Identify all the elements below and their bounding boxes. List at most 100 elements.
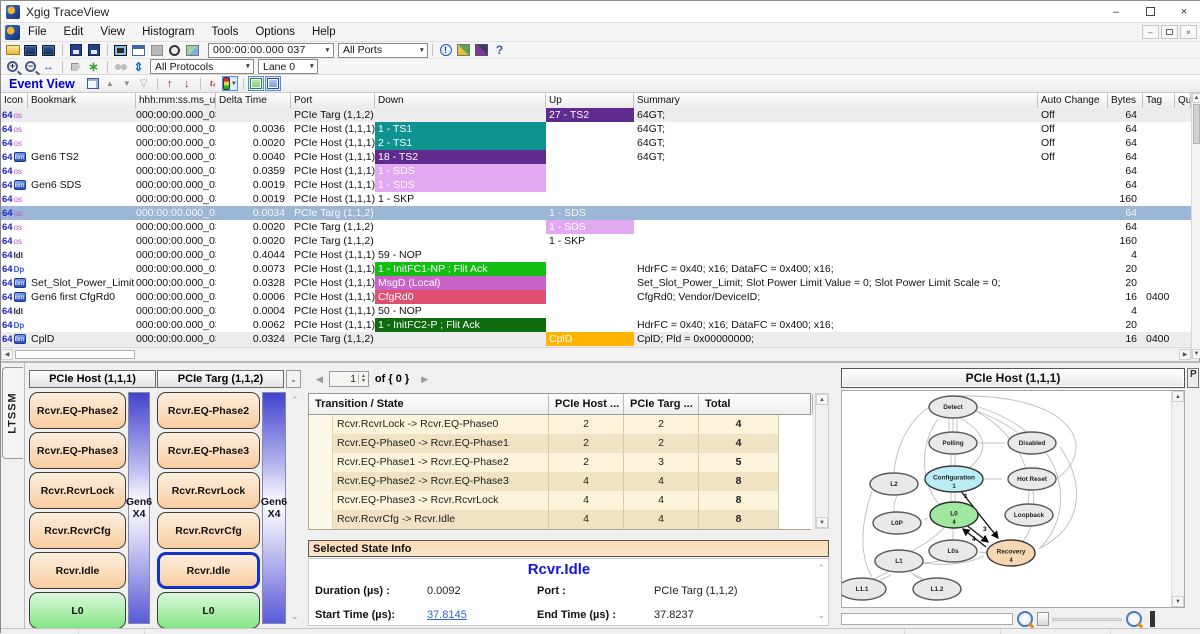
transitions-scrollbar[interactable]: ▲ ▼ [815,393,829,529]
event-table-row[interactable]: 64os000:00:00.000_0370.0359PCIe Host (1,… [1,164,1191,178]
open-trace-button[interactable] [4,43,21,58]
close-button[interactable]: × [1167,1,1200,23]
jump-up-button[interactable]: ↑ [162,76,178,91]
event-table-row[interactable]: 64BmCplD000:00:00.000_0380.0324PCIe Targ… [1,332,1191,346]
event-table-row[interactable]: 64os000:00:00.000_037PCIe Targ (1,1,2)27… [1,108,1191,122]
transition-row[interactable]: Rcvr.EQ-Phase2 -> Rcvr.EQ-Phase3448 [309,472,810,491]
ltssm-tab[interactable]: LTSSM [2,367,23,459]
help-button[interactable]: ? [491,43,508,58]
search-button[interactable] [112,59,129,74]
time-delta-button[interactable]: t₀ [205,76,221,91]
event-table-row[interactable]: 64Idl000:00:00.000_0380.0004PCIe Host (1… [1,304,1191,318]
state-node-detect[interactable]: Detect [929,396,977,418]
diagram-vertical-scrollbar[interactable]: ▲ ▼ [1171,391,1184,607]
ltssm-state-rcvr-rcvrcfg[interactable]: Rcvr.RcvrCfg [157,512,260,549]
start-time-link[interactable]: 37.8145 [427,609,467,621]
ltssm-targ-header-button[interactable]: PCIe Targ (1,1,2) [157,370,284,388]
grid-view-button[interactable] [130,43,147,58]
event-table-row[interactable]: 64BmGen6 TS2000:00:00.000_0370.0040PCIe … [1,150,1191,164]
column-header-hhh-mm-ss-ms-us[interactable]: hhh:mm:ss.ms_us [136,93,216,108]
filter-button[interactable]: ▽ [136,76,152,91]
state-node-l2[interactable]: L2 [870,473,918,495]
jump-down-button[interactable]: ↓ [179,76,195,91]
menu-tools[interactable]: Tools [211,26,238,38]
zoom-out-button[interactable]: − [22,59,39,74]
state-diagram-next-tab[interactable]: P [1187,368,1199,388]
display-scheme-button[interactable] [473,43,490,58]
lane-select[interactable]: Lane 0 ▼ [258,59,318,74]
ltssm-state-rcvr-rcvrcfg[interactable]: Rcvr.RcvrCfg [29,512,126,549]
ltssm-state-l0[interactable]: L0 [29,592,126,629]
highlight-toggle-button[interactable]: ▼ [222,76,238,91]
marker-button[interactable]: ∗ [85,59,102,74]
menu-histogram[interactable]: Histogram [142,26,194,38]
scroll-up-icon[interactable]: ⌃ [817,563,825,574]
column-header-down[interactable]: Down [375,93,546,108]
ltssm-state-rcvr-rcvrlock[interactable]: Rcvr.RcvrLock [157,472,260,509]
ltssm-state-l0[interactable]: L0 [157,592,260,629]
pager-previous-icon[interactable]: ◀ [316,374,323,385]
timing-view-button[interactable] [166,43,183,58]
event-table-row[interactable]: 64os000:00:00.000_0370.0020PCIe Host (1,… [1,136,1191,150]
spinner-arrows-icon[interactable]: ▲▼ [358,374,368,384]
info-button[interactable]: ! [437,43,454,58]
previous-event-button[interactable]: ▲ [102,76,118,91]
column-header-tag[interactable]: Tag [1143,93,1175,108]
capture-view-button[interactable] [112,43,129,58]
diagram-zoom-slider-track[interactable] [1052,618,1122,621]
transition-row[interactable]: Rcvr.RcvrLock -> Rcvr.EQ-Phase0224 [309,415,810,434]
state-node-l0s[interactable]: L0s [929,540,977,562]
scroll-down-icon[interactable]: ⌄ [817,610,825,621]
filter-scheme-button[interactable] [455,43,472,58]
event-table-row[interactable]: 64Dp000:00:00.000_0380.0073PCIe Host (1,… [1,262,1191,276]
column-header-delta-time[interactable]: Delta Time [216,93,291,108]
ports-select[interactable]: All Ports ▼ [338,43,428,58]
mdi-close-button[interactable]: × [1180,25,1197,39]
panel-resize-grip[interactable] [1150,611,1155,627]
state-node-recovery[interactable]: Recovery4 [987,540,1035,566]
diagram-zoom-slider-thumb[interactable] [1037,612,1049,626]
ltssm-state-rcvr-eq-phase2[interactable]: Rcvr.EQ-Phase2 [29,392,126,429]
event-table-horizontal-scrollbar[interactable]: ◀ ▶ [1,347,1191,360]
scroll-up-icon[interactable]: ▲ [1172,391,1184,402]
state-diagram-header[interactable]: PCIe Host (1,1,1) [841,368,1185,388]
trace-tool-button-1[interactable] [22,43,39,58]
menu-help[interactable]: Help [312,26,336,38]
event-table-row[interactable]: 64Idl000:00:00.000_0380.4044PCIe Host (1… [1,248,1191,262]
tag-button[interactable] [67,59,84,74]
zoom-in-button[interactable]: + [4,59,21,74]
ltssm-state-rcvr-rcvrlock[interactable]: Rcvr.RcvrLock [29,472,126,509]
scroll-down-icon[interactable]: ▼ [1172,596,1184,607]
state-node-l1-1[interactable]: L1.1 [842,578,886,600]
inspect-event-button[interactable] [85,76,101,91]
ltssm-state-rcvr-eq-phase2[interactable]: Rcvr.EQ-Phase2 [157,392,260,429]
transition-row[interactable]: Rcvr.EQ-Phase0 -> Rcvr.EQ-Phase1224 [309,434,810,453]
expand-collapse-button[interactable]: ⇕ [130,59,147,74]
protocols-select[interactable]: All Protocols ▼ [150,59,254,74]
image-view-button[interactable] [184,43,201,58]
state-node-loopback[interactable]: Loopback [1005,504,1053,526]
ltssm-state-rcvr-idle[interactable]: Rcvr.Idle [157,552,260,589]
ltssm-state-rcvr-idle[interactable]: Rcvr.Idle [29,552,126,589]
column-header-port[interactable]: Port [291,93,375,108]
state-node-l1[interactable]: L1 [875,550,923,572]
scroll-down-icon[interactable]: ▼ [1192,349,1200,359]
column-header-bytes[interactable]: Bytes [1108,93,1143,108]
scroll-up-icon[interactable]: ▲ [1192,93,1200,103]
save-button[interactable] [67,43,84,58]
scroll-left-icon[interactable]: ◀ [1,349,13,360]
diagram-horizontal-scrollbar[interactable] [841,613,1013,625]
event-table-row[interactable]: 64Dp000:00:00.000_0380.0062PCIe Host (1,… [1,318,1191,332]
menu-file[interactable]: File [28,26,47,38]
scroll-up-icon[interactable]: ⌃ [291,395,299,406]
column-header-qu[interactable]: Qu [1175,93,1191,108]
transition-column-header[interactable]: Total [699,394,813,414]
event-table-row[interactable]: 64os000:00:00.000_0370.0019PCIe Host (1,… [1,192,1191,206]
transition-row[interactable]: Rcvr.EQ-Phase1 -> Rcvr.EQ-Phase2235 [309,453,810,472]
ltssm-host-header-button[interactable]: PCIe Host (1,1,1) [29,370,156,388]
ltssm-dropdown-button[interactable]: ⌄ [286,370,301,388]
menu-edit[interactable]: Edit [64,26,84,38]
event-table-vertical-scrollbar[interactable]: ▲ ▼ [1191,93,1200,359]
menu-options[interactable]: Options [255,26,295,38]
state-node-l1-2[interactable]: L1.2 [913,578,961,600]
